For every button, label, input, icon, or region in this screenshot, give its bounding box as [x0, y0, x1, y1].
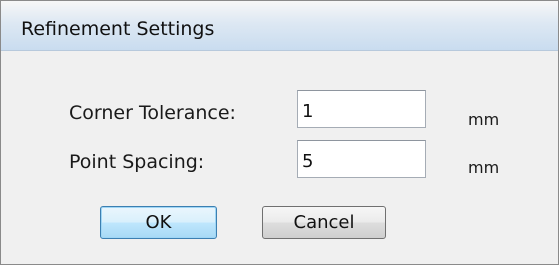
- cancel-button[interactable]: Cancel: [262, 206, 386, 239]
- dialog-title: Refinement Settings: [21, 18, 215, 40]
- point-spacing-unit: mm: [468, 158, 500, 177]
- corner-tolerance-input[interactable]: [297, 90, 426, 128]
- corner-tolerance-label: Corner Tolerance:: [69, 102, 236, 124]
- ok-button[interactable]: OK: [100, 206, 217, 239]
- refinement-settings-dialog: Refinement Settings Corner Tolerance: mm…: [0, 0, 559, 265]
- point-spacing-label: Point Spacing:: [69, 151, 205, 173]
- corner-tolerance-unit: mm: [468, 110, 500, 129]
- point-spacing-input[interactable]: [297, 140, 426, 178]
- title-bar[interactable]: Refinement Settings: [1, 1, 558, 51]
